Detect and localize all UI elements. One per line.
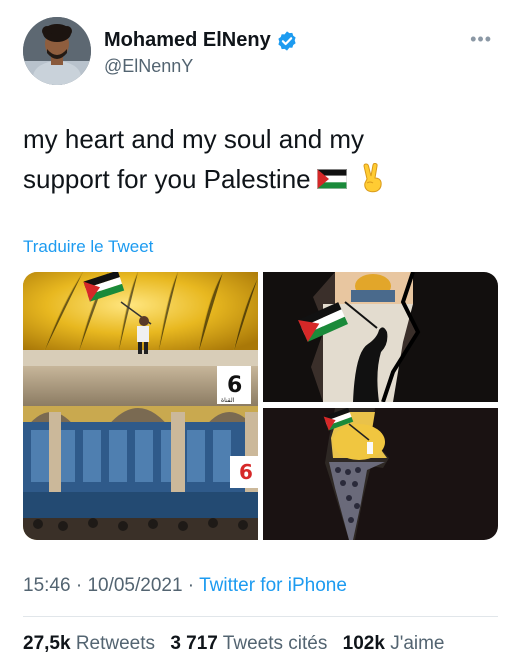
channel-number-overlay: 6 xyxy=(227,373,242,398)
author-handle[interactable]: @ElNennY xyxy=(104,56,193,77)
palestine-map-crowd-image[interactable] xyxy=(263,408,498,540)
tweet-stats: 27,5k Retweets 3 717 Tweets cités 102k J… xyxy=(23,633,455,655)
likes-count: 102k xyxy=(342,633,385,654)
channel-number-overlay-2: 6 xyxy=(239,460,253,484)
tweet-time: 15:46 xyxy=(23,575,71,596)
likes-label: J'aime xyxy=(390,633,445,654)
quote-tweets-stat[interactable]: 3 717 Tweets cités xyxy=(170,633,327,654)
media-grid: 6 القناة 6 xyxy=(23,272,498,540)
tweet-text-line-2-text: support for you Palestine xyxy=(23,164,311,194)
divider xyxy=(23,616,498,617)
tweet-meta: 15:46 · 10/05/2021 · Twitter for iPhone xyxy=(23,575,347,597)
cracked-wall-silhouette-flag-image[interactable] xyxy=(263,272,498,402)
more-horizontal-icon[interactable]: ••• xyxy=(470,29,492,50)
author-name-row[interactable]: Mohamed ElNeny xyxy=(104,29,298,52)
meta-separator: · xyxy=(70,575,88,596)
tweet-header: Mohamed ElNeny @ElNennY ••• xyxy=(0,0,520,100)
likes-stat[interactable]: 102k J'aime xyxy=(343,633,445,654)
avatar[interactable] xyxy=(23,17,91,85)
tweet-text: my heart and my soul and my support for … xyxy=(23,119,493,199)
dome-of-the-rock-flag-photo[interactable]: 6 القناة 6 xyxy=(23,272,258,540)
quotes-label: Tweets cités xyxy=(222,633,328,654)
meta-separator: · xyxy=(182,575,200,596)
tweet-date: 10/05/2021 xyxy=(87,575,183,596)
victory-hand-icon xyxy=(363,163,382,193)
tweet-text-line-1: my heart and my soul and my xyxy=(23,124,365,154)
translate-tweet-link[interactable]: Traduire le Tweet xyxy=(23,237,153,257)
palestine-flag-icon xyxy=(316,169,347,190)
author-name[interactable]: Mohamed ElNeny xyxy=(104,29,271,52)
retweets-label: Retweets xyxy=(75,633,156,654)
tweet-source-link[interactable]: Twitter for iPhone xyxy=(199,575,347,596)
tweet-text-line-2: support for you Palestine xyxy=(23,159,493,199)
verified-badge-icon xyxy=(278,30,296,51)
quotes-count: 3 717 xyxy=(170,633,218,654)
channel-caption-overlay: القناة xyxy=(221,397,235,404)
retweets-count: 27,5k xyxy=(23,633,71,654)
retweets-stat[interactable]: 27,5k Retweets xyxy=(23,633,155,654)
avatar-photo xyxy=(23,17,91,85)
